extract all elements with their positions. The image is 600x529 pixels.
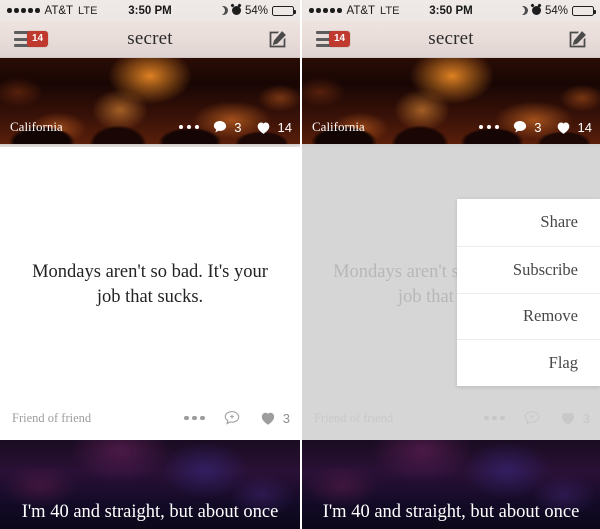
card-actions: 3 14	[178, 119, 292, 136]
phone-screen-left: AT&T LTE 3:50 PM 54% 14 secret Californi…	[0, 0, 300, 529]
more-options-icon[interactable]	[178, 124, 200, 130]
location-label: California	[10, 119, 63, 134]
comment-count: 3	[534, 119, 542, 135]
card-footer: California 3 14	[0, 110, 300, 144]
moon-icon	[219, 6, 228, 15]
navigation-bar: 14 secret	[302, 21, 600, 58]
comment-count: 3	[234, 119, 242, 135]
like-action[interactable]: 14	[555, 119, 592, 136]
card-footer: Friend of friend 3	[0, 398, 300, 438]
battery-icon	[272, 5, 296, 16]
menu-item-flag[interactable]: Flag	[457, 339, 600, 386]
navigation-bar: 14 secret	[0, 21, 300, 58]
secret-card-bottom[interactable]: I'm 40 and straight, but about once	[302, 440, 600, 529]
secret-card-image[interactable]: California 3 14	[302, 58, 600, 144]
secret-text: I'm 40 and straight, but about once	[322, 502, 580, 522]
heart-icon	[261, 412, 274, 425]
status-bar-right: 54%	[519, 4, 596, 17]
menu-item-share[interactable]: Share	[457, 199, 600, 246]
compose-pencil-icon	[569, 30, 586, 47]
status-bar-right: 54%	[219, 4, 296, 17]
heart-icon	[557, 122, 569, 134]
card-actions: 3 14	[478, 119, 592, 136]
comment-bubble-icon	[514, 121, 527, 133]
battery-percent-label: 54%	[544, 4, 568, 17]
secret-card-text[interactable]: Mondays aren't so bad. It's your job tha…	[0, 147, 300, 438]
compose-button[interactable]	[267, 29, 288, 50]
comment-add-icon	[224, 411, 240, 425]
card-actions: 3	[184, 409, 290, 427]
heart-icon	[257, 122, 269, 134]
status-bar: AT&T LTE 3:50 PM 54%	[0, 0, 300, 21]
more-options-icon[interactable]	[478, 124, 500, 130]
secret-card-bottom[interactable]: I'm 40 and straight, but about once	[0, 440, 300, 529]
like-count: 14	[277, 119, 292, 135]
menu-item-subscribe[interactable]: Subscribe	[457, 245, 600, 293]
status-bar: AT&T LTE 3:50 PM 54%	[302, 0, 600, 21]
like-action[interactable]: 14	[255, 119, 292, 136]
more-options-icon[interactable]	[184, 415, 205, 421]
location-label: California	[312, 119, 365, 134]
battery-icon	[572, 5, 596, 16]
phone-screen-right: AT&T LTE 3:50 PM 54% 14 secret Californi…	[300, 0, 600, 529]
card-footer: California 3 14	[302, 110, 600, 144]
relation-label: Friend of friend	[12, 410, 92, 425]
like-count: 3	[282, 410, 290, 426]
comment-action[interactable]: 3	[512, 119, 542, 135]
like-count: 14	[577, 119, 592, 135]
secret-text: Mondays aren't so bad. It's your job tha…	[32, 261, 268, 307]
page-title: secret	[127, 28, 173, 49]
battery-percent-label: 54%	[244, 4, 268, 17]
menu-item-remove[interactable]: Remove	[457, 292, 600, 340]
context-action-menu: Share Subscribe Remove Flag	[457, 199, 600, 386]
like-action[interactable]: 3	[259, 409, 290, 427]
comment-action[interactable]: 3	[212, 119, 242, 135]
screenshot-stage: AT&T LTE 3:50 PM 54% 14 secret Californi…	[0, 0, 600, 529]
secret-card-image[interactable]: California 3 14	[0, 58, 300, 144]
alarm-clock-icon	[231, 6, 241, 15]
page-title: secret	[428, 28, 474, 49]
alarm-clock-icon	[531, 6, 541, 15]
moon-icon	[519, 6, 528, 15]
compose-pencil-icon	[269, 30, 286, 47]
comment-bubble-icon	[214, 121, 227, 133]
secret-text: I'm 40 and straight, but about once	[21, 502, 279, 522]
compose-button[interactable]	[567, 29, 588, 50]
comment-add-action[interactable]	[223, 409, 241, 427]
